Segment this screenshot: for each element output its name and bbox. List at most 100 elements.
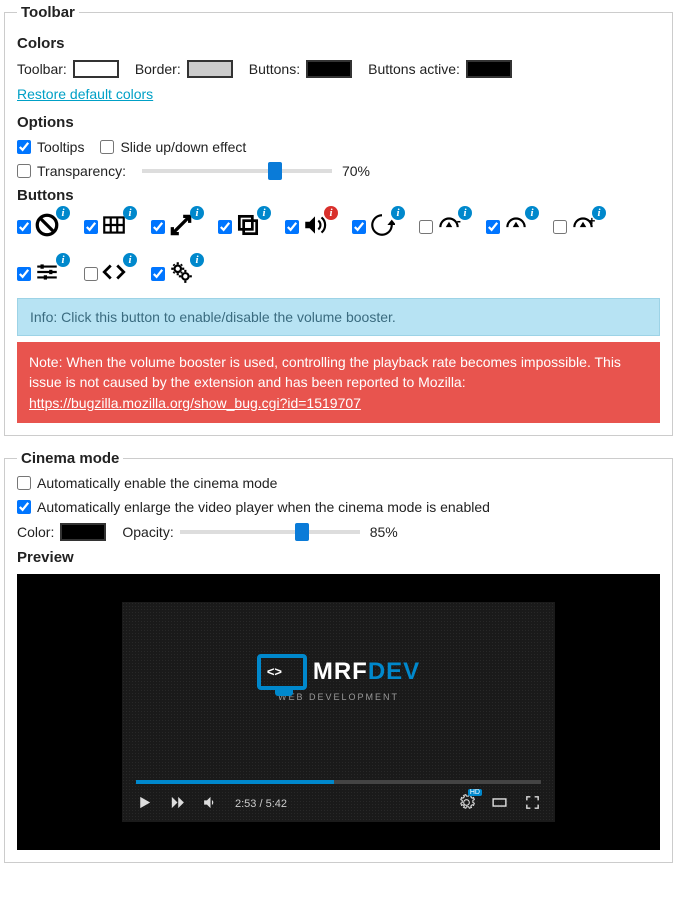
toolbar-button-code: i bbox=[84, 259, 127, 288]
toolbar-button-speed-plus: +i bbox=[553, 212, 596, 241]
button-checkbox-speed-minus[interactable] bbox=[419, 220, 433, 234]
transparency-label: Transparency: bbox=[37, 163, 126, 179]
toolbar-button-reload: i bbox=[352, 212, 395, 241]
auto-enable-checkbox[interactable] bbox=[17, 476, 31, 490]
toolbar-button-gears: i bbox=[151, 259, 194, 288]
slide-checkbox[interactable] bbox=[100, 140, 114, 154]
cinema-color-label: Color: bbox=[17, 524, 54, 540]
slider-track[interactable] bbox=[142, 169, 332, 173]
toolbar-button-copy: i bbox=[218, 212, 261, 241]
buttons-grid: iiiiii-ii+iiii bbox=[17, 212, 660, 288]
toolbar-button-speed-minus: -i bbox=[419, 212, 462, 241]
cinema-opacity-label: Opacity: bbox=[122, 524, 173, 540]
note-link[interactable]: https://bugzilla.mozilla.org/show_bug.cg… bbox=[29, 395, 361, 411]
toolbar-color-label: Toolbar: bbox=[17, 61, 67, 77]
hd-badge: HD bbox=[468, 789, 482, 796]
preview-heading: Preview bbox=[17, 549, 660, 566]
info-badge[interactable]: i bbox=[391, 206, 405, 220]
button-checkbox-volume[interactable] bbox=[285, 220, 299, 234]
slider-thumb[interactable] bbox=[268, 162, 282, 180]
transparency-checkbox[interactable] bbox=[17, 164, 31, 178]
button-checkbox-code[interactable] bbox=[84, 267, 98, 281]
toolbar-button-expand: i bbox=[151, 212, 194, 241]
toolbar-color-group: Toolbar: bbox=[17, 60, 119, 78]
transparency-option[interactable]: Transparency: bbox=[17, 163, 126, 179]
buttons-active-color-swatch[interactable] bbox=[466, 60, 512, 78]
info-box: Info: Click this button to enable/disabl… bbox=[17, 298, 660, 336]
cinema-row-2: Automatically enlarge the video player w… bbox=[17, 499, 660, 515]
restore-colors-link[interactable]: Restore default colors bbox=[17, 86, 153, 102]
play-icon[interactable] bbox=[136, 794, 153, 814]
buttons-color-swatch[interactable] bbox=[306, 60, 352, 78]
cinema-section: Cinema mode Automatically enable the cin… bbox=[4, 450, 673, 863]
settings-icon[interactable]: HD bbox=[458, 794, 475, 814]
note-text: Note: When the volume booster is used, c… bbox=[29, 354, 621, 390]
button-checkbox-speedometer[interactable] bbox=[486, 220, 500, 234]
next-icon[interactable] bbox=[169, 794, 186, 814]
cinema-color-group: Color: bbox=[17, 523, 106, 541]
cinema-row-1: Automatically enable the cinema mode bbox=[17, 475, 660, 491]
auto-enlarge-option[interactable]: Automatically enlarge the video player w… bbox=[17, 499, 490, 515]
toolbar-section: Toolbar Colors Toolbar: Border: Buttons:… bbox=[4, 4, 673, 436]
info-badge[interactable]: i bbox=[525, 206, 539, 220]
volume-icon[interactable] bbox=[202, 794, 219, 814]
time-display: 2:53 / 5:42 bbox=[235, 798, 287, 810]
info-badge[interactable]: i bbox=[190, 206, 204, 220]
button-checkbox-speed-plus[interactable] bbox=[553, 220, 567, 234]
tooltips-label: Tooltips bbox=[37, 139, 84, 155]
slide-label: Slide up/down effect bbox=[120, 139, 246, 155]
button-checkbox-filmstrip[interactable] bbox=[84, 220, 98, 234]
progress-fill bbox=[136, 780, 334, 784]
info-badge[interactable]: i bbox=[190, 253, 204, 267]
logo-row: <> MRFDEV bbox=[257, 654, 420, 690]
logo-subtitle: WEB DEVELOPMENT bbox=[278, 692, 399, 702]
info-badge[interactable]: i bbox=[324, 206, 338, 220]
buttons-active-color-group: Buttons active: bbox=[368, 60, 512, 78]
buttons-heading: Buttons bbox=[17, 187, 660, 204]
auto-enable-option[interactable]: Automatically enable the cinema mode bbox=[17, 475, 277, 491]
info-badge[interactable]: i bbox=[123, 206, 137, 220]
button-checkbox-gears[interactable] bbox=[151, 267, 165, 281]
toolbar-button-volume: i bbox=[285, 212, 328, 241]
transparency-slider[interactable]: 70% bbox=[142, 163, 370, 179]
toolbar-button-filmstrip: i bbox=[84, 212, 127, 241]
border-color-label: Border: bbox=[135, 61, 181, 77]
auto-enable-label: Automatically enable the cinema mode bbox=[37, 475, 277, 491]
info-badge[interactable]: i bbox=[257, 206, 271, 220]
button-checkbox-sliders[interactable] bbox=[17, 267, 31, 281]
toolbar-color-swatch[interactable] bbox=[73, 60, 119, 78]
transparency-value: 70% bbox=[342, 163, 370, 179]
info-badge[interactable]: i bbox=[123, 253, 137, 267]
slide-option[interactable]: Slide up/down effect bbox=[100, 139, 246, 155]
logo-text-2: DEV bbox=[368, 658, 420, 685]
controls-row: 2:53 / 5:42 HD bbox=[136, 794, 541, 814]
buttons-color-group: Buttons: bbox=[249, 60, 352, 78]
video-controls: 2:53 / 5:42 HD bbox=[122, 772, 555, 822]
buttons-color-label: Buttons: bbox=[249, 61, 300, 77]
tooltips-checkbox[interactable] bbox=[17, 140, 31, 154]
progress-bar[interactable] bbox=[136, 780, 541, 784]
auto-enlarge-checkbox[interactable] bbox=[17, 500, 31, 514]
theater-icon[interactable] bbox=[491, 794, 508, 814]
button-checkbox-disable[interactable] bbox=[17, 220, 31, 234]
monitor-icon: <> bbox=[257, 654, 307, 690]
button-checkbox-reload[interactable] bbox=[352, 220, 366, 234]
info-badge[interactable]: i bbox=[56, 253, 70, 267]
button-checkbox-copy[interactable] bbox=[218, 220, 232, 234]
info-badge[interactable]: i bbox=[56, 206, 70, 220]
border-color-swatch[interactable] bbox=[187, 60, 233, 78]
colors-heading: Colors bbox=[17, 35, 660, 52]
fullscreen-icon[interactable] bbox=[524, 794, 541, 814]
opacity-slider[interactable]: 85% bbox=[180, 524, 398, 540]
cinema-color-swatch[interactable] bbox=[60, 523, 106, 541]
opacity-track[interactable] bbox=[180, 530, 360, 534]
toolbar-button-sliders: i bbox=[17, 259, 60, 288]
button-checkbox-expand[interactable] bbox=[151, 220, 165, 234]
opacity-thumb[interactable] bbox=[295, 523, 309, 541]
tooltips-option[interactable]: Tooltips bbox=[17, 139, 84, 155]
colors-row: Toolbar: Border: Buttons: Buttons active… bbox=[17, 60, 660, 78]
info-badge[interactable]: i bbox=[458, 206, 472, 220]
options-heading: Options bbox=[17, 114, 660, 131]
info-badge[interactable]: i bbox=[592, 206, 606, 220]
toolbar-button-speedometer: i bbox=[486, 212, 529, 241]
